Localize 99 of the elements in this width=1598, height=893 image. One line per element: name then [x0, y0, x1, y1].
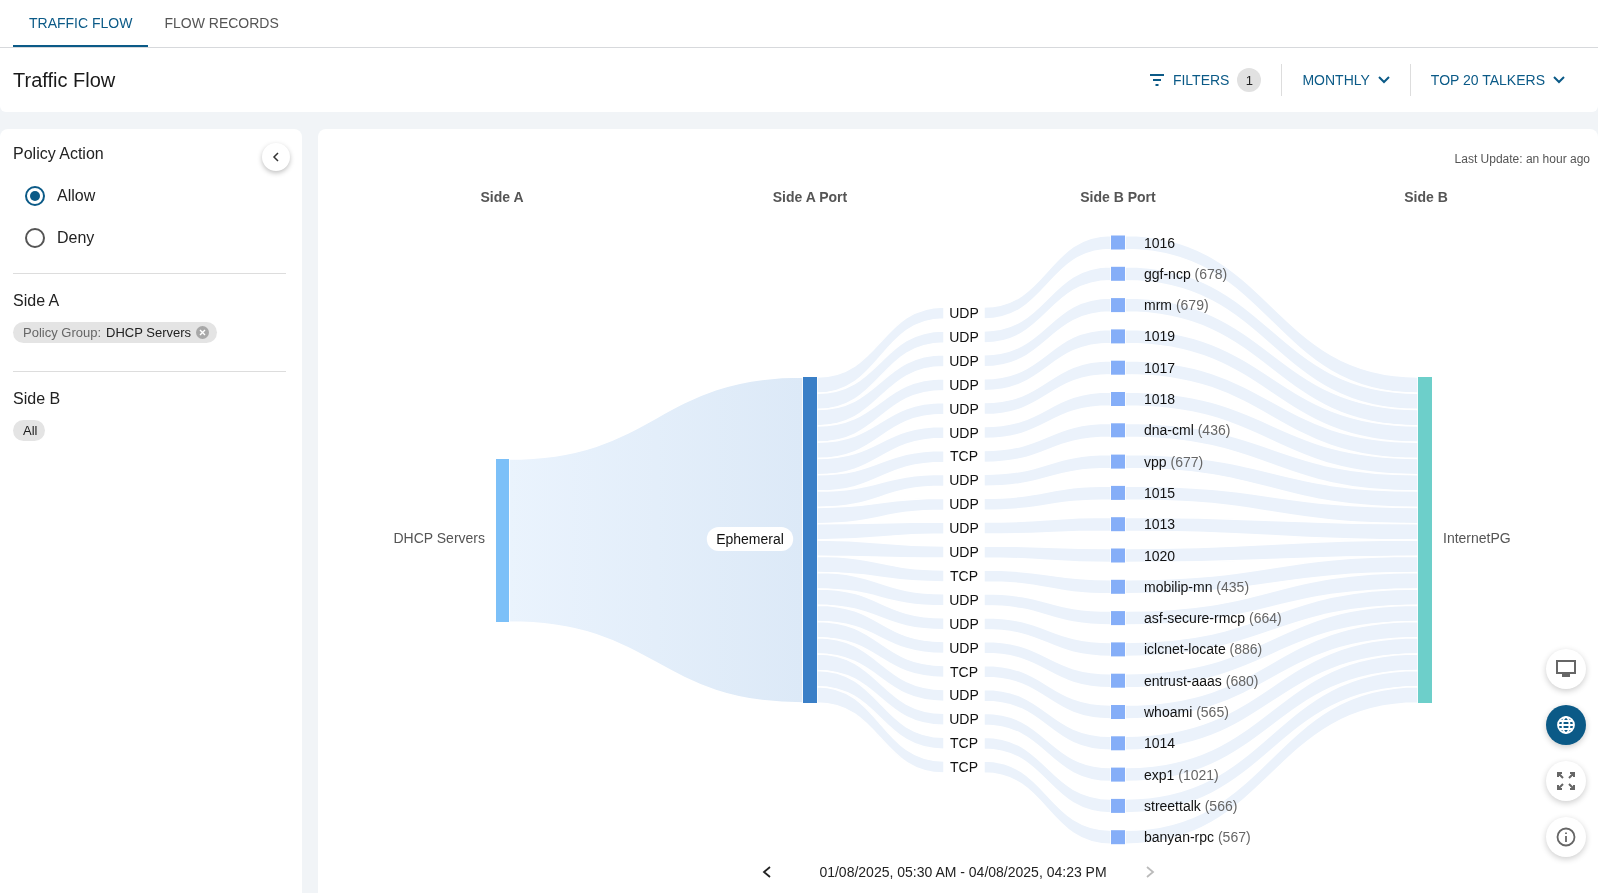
collapse-button[interactable] [262, 143, 290, 171]
fullscreen-icon [1557, 772, 1575, 790]
globe-icon [1556, 715, 1576, 735]
port-node [1111, 454, 1125, 469]
port-label: vpp (677) [1144, 453, 1204, 470]
period-dropdown[interactable]: MONTHLY [1281, 64, 1410, 96]
previous-range-button[interactable] [762, 866, 771, 878]
port-label: exp1 (1021) [1144, 766, 1219, 783]
monitor-icon [1556, 660, 1576, 678]
protocol-label: UDP [949, 424, 979, 441]
port-label: ggf-ncp (678) [1144, 265, 1228, 282]
port-node [1111, 642, 1125, 657]
port-node [1111, 548, 1125, 563]
port-label: 1013 [1144, 516, 1176, 533]
column-header: Side A Port [772, 189, 848, 205]
filter-chip[interactable]: All [13, 420, 46, 441]
protocol-label: UDP [949, 591, 979, 608]
port-node [1111, 798, 1125, 813]
section-title: Policy Action [13, 145, 104, 163]
tab[interactable]: TRAFFIC FLOW [13, 0, 149, 47]
port-node [1111, 266, 1125, 281]
radio-option[interactable]: Allow [13, 175, 96, 217]
protocol-label: TCP [950, 735, 978, 752]
protocol-label: UDP [949, 472, 979, 489]
filter-count-badge: 1 [1237, 68, 1262, 92]
protocol-label: UDP [949, 496, 979, 513]
page-title: Traffic Flow [13, 68, 117, 92]
protocol-label: UDP [949, 376, 979, 393]
port-label: streettalk (566) [1144, 797, 1238, 814]
column-header: Side B [1404, 189, 1448, 205]
chip-value: DHCP Servers [106, 325, 192, 340]
port-label: 1019 [1144, 328, 1176, 345]
protocol-label: UDP [949, 520, 979, 537]
column-header: Side A [480, 189, 524, 205]
port-label: 1015 [1144, 484, 1176, 501]
chevron-down-icon [1553, 76, 1565, 84]
port-node [1111, 736, 1125, 751]
port-label: asf-secure-rmcp (664) [1144, 610, 1282, 627]
port-label: entrust-aaas (680) [1144, 672, 1259, 689]
radio-option[interactable]: Deny [13, 217, 95, 259]
protocol-label: UDP [949, 615, 979, 632]
node-label: InternetPG [1443, 530, 1511, 546]
port-node [1111, 611, 1125, 626]
protocol-label: TCP [950, 567, 978, 584]
port-label: iclcnet-locate (886) [1144, 641, 1263, 658]
port-label: whoami (565) [1144, 704, 1229, 720]
port-node [1111, 767, 1125, 782]
port-node [1111, 423, 1125, 438]
node-label: DHCP Servers [393, 530, 485, 546]
port-node [1111, 705, 1125, 719]
date-range-text: 01/08/2025, 05:30 AM - 04/08/2025, 04:23 PM [819, 864, 1107, 880]
protocol-label: UDP [949, 711, 979, 728]
protocol-label: UDP [949, 328, 979, 345]
port-node [1111, 329, 1125, 344]
talkers-dropdown[interactable]: TOP 20 TALKERS [1409, 64, 1585, 96]
section-title: Side B [13, 390, 61, 408]
port-node [1111, 517, 1125, 532]
port-node [1111, 298, 1125, 313]
protocol-label: UDP [949, 352, 979, 369]
port-node [1111, 673, 1125, 688]
port-node [1111, 235, 1125, 250]
protocol-label: UDP [949, 544, 979, 560]
port-label: banyan-rpc (567) [1144, 829, 1251, 846]
column-header: Side B Port [1080, 189, 1156, 205]
protocol-label: UDP [949, 639, 979, 656]
port-label: 1016 [1144, 234, 1176, 251]
port-label: mrm (679) [1144, 297, 1209, 314]
protocol-label: UDP [949, 305, 979, 321]
fullscreen-view-button[interactable] [1546, 761, 1586, 801]
filters-button[interactable]: FILTERS 1 [1128, 64, 1282, 96]
node-label: Ephemeral [706, 527, 794, 551]
port-node [1111, 579, 1125, 594]
info-view-button[interactable] [1546, 817, 1586, 857]
tab[interactable]: FLOW RECORDS [148, 0, 295, 47]
port-label: 1020 [1144, 547, 1176, 564]
section-title: Side A [13, 292, 60, 310]
port-label: 1018 [1144, 391, 1176, 407]
globe-view-button[interactable] [1546, 705, 1586, 745]
port-node [1111, 485, 1125, 500]
port-node [1111, 392, 1125, 406]
filter-chip[interactable]: Policy Group: DHCP Servers [13, 322, 218, 343]
protocol-label: UDP [949, 400, 979, 417]
port-node [1111, 360, 1125, 375]
filter-icon [1148, 74, 1165, 86]
monitor-view-button[interactable] [1546, 649, 1586, 689]
port-node [1111, 830, 1125, 845]
port-label: dna-cml (436) [1144, 422, 1231, 439]
protocol-label: TCP [950, 448, 978, 465]
port-label: 1014 [1144, 735, 1176, 752]
last-update-text: Last Update: an hour ago [1454, 152, 1590, 166]
protocol-label: TCP [950, 663, 978, 680]
info-icon [1556, 827, 1576, 847]
port-label: 1017 [1144, 359, 1176, 376]
protocol-label: UDP [949, 687, 979, 704]
port-label: mobilip-mn (435) [1144, 578, 1250, 595]
chip-label: Policy Group: [23, 325, 102, 340]
protocol-label: TCP [950, 759, 978, 776]
chevron-down-icon [1377, 76, 1390, 84]
chevron-left-icon [272, 152, 280, 162]
